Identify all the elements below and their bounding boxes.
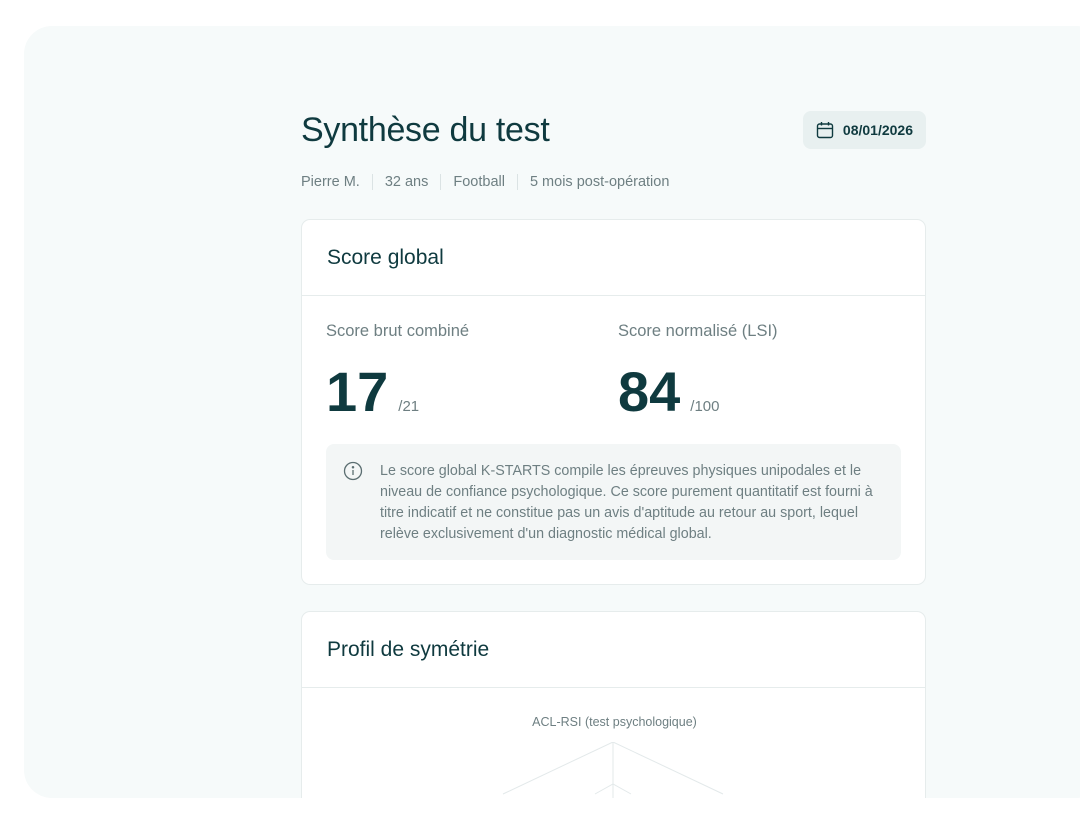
patient-sport: Football	[440, 174, 517, 190]
patient-age: 32 ans	[371, 174, 441, 190]
patient-name: Pierre M.	[301, 174, 360, 190]
score-card-title: Score global	[327, 245, 444, 269]
page-header: Synthèse du test 08/01/2026	[301, 110, 926, 150]
normalized-score-max: /100	[690, 398, 720, 415]
symmetry-card-header: Profil de symétrie	[302, 612, 925, 688]
test-date: 08/01/2026	[842, 122, 913, 138]
raw-score-label: Score brut combiné	[326, 322, 470, 340]
normalized-score-value-group: 84 /100	[618, 364, 720, 420]
raw-score: Score brut combiné 17 /21	[326, 322, 470, 420]
normalized-score-value: 84	[618, 360, 681, 423]
page-title: Synthèse du test	[301, 111, 550, 149]
info-icon	[343, 461, 363, 486]
normalized-score-label: Score normalisé (LSI)	[618, 322, 778, 340]
app-frame: Synthèse du test 08/01/2026 Pierre M. 32…	[24, 26, 1080, 798]
date-chip[interactable]: 08/01/2026	[802, 111, 926, 149]
radar-axis-label-top: ACL-RSI (test psychologique)	[532, 715, 697, 729]
symmetry-radar-chart	[502, 742, 724, 798]
raw-score-max: /21	[398, 398, 420, 415]
disclaimer-text: Le score global K-STARTS compile les épr…	[380, 463, 873, 542]
score-card-header: Score global	[302, 220, 925, 296]
score-disclaimer: Le score global K-STARTS compile les épr…	[326, 444, 901, 560]
patient-post-op: 5 mois post-opération	[516, 174, 681, 190]
calendar-icon	[816, 121, 834, 139]
score-global-card: Score global Score brut combiné 17 /21 S…	[301, 219, 926, 585]
normalized-score: Score normalisé (LSI) 84 /100	[618, 322, 778, 420]
patient-meta: Pierre M. 32 ans Football 5 mois post-op…	[301, 174, 681, 190]
raw-score-value: 17	[326, 360, 389, 423]
raw-score-value-group: 17 /21	[326, 364, 419, 420]
symmetry-card-title: Profil de symétrie	[327, 637, 490, 661]
symmetry-profile-card: Profil de symétrie ACL-RSI (test psychol…	[301, 611, 926, 798]
